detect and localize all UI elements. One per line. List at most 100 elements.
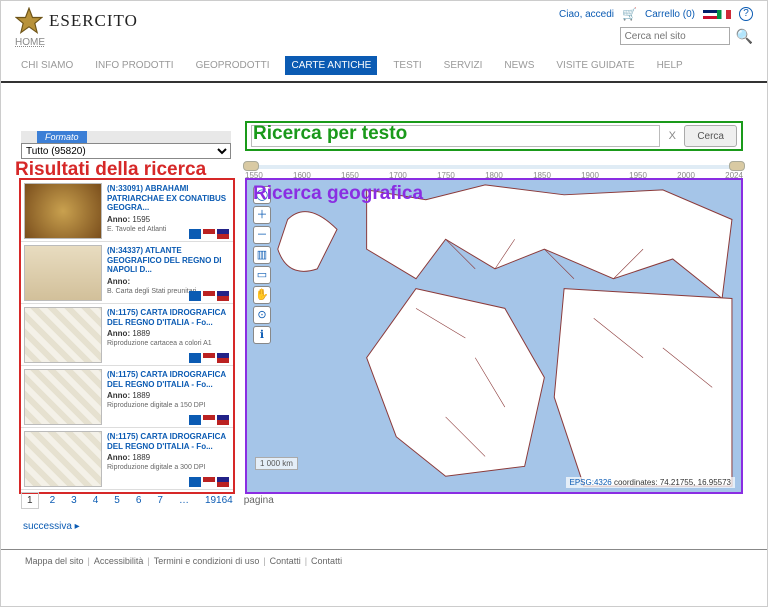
world-map	[247, 180, 741, 492]
pagination-label: pagina	[244, 495, 274, 506]
page-number[interactable]: 3	[66, 493, 82, 508]
result-title[interactable]: (N:33091) ABRAHAMI PATRIARCHAE EX CONATI…	[107, 184, 231, 213]
search-icon[interactable]: 🔍	[736, 28, 753, 45]
result-desc: Riproduzione cartacea a colori A1	[107, 340, 231, 347]
result-desc: Riproduzione digitale a 300 DPI	[107, 464, 231, 471]
result-title[interactable]: (N:1175) CARTA IDROGRAFICA DEL REGNO D'I…	[107, 308, 231, 327]
result-item[interactable]: (N:1175) CARTA IDROGRAFICA DEL REGNO D'I…	[21, 366, 233, 428]
nav-item[interactable]: INFO PRODOTTI	[89, 56, 179, 75]
results-label: Risultati della ricerca	[15, 159, 206, 181]
result-thumbnail	[24, 183, 102, 239]
result-thumbnail	[24, 431, 102, 487]
page-number[interactable]: 6	[131, 493, 147, 508]
flag-icon	[217, 477, 229, 487]
cart-add-icon[interactable]	[189, 353, 201, 363]
result-title[interactable]: (N:1175) CARTA IDROGRAFICA DEL REGNO D'I…	[107, 432, 231, 451]
cart-link[interactable]: Carrello (0)	[645, 9, 695, 20]
timeline-handle-end[interactable]	[729, 161, 745, 171]
cart-add-icon[interactable]	[189, 477, 201, 487]
results-list: (N:33091) ABRAHAMI PATRIARCHAE EX CONATI…	[19, 178, 235, 494]
page-number[interactable]: …	[174, 493, 194, 508]
nav-item[interactable]: HELP	[651, 56, 689, 75]
map-point-button[interactable]: ⊙	[253, 306, 271, 324]
cart-add-icon[interactable]	[189, 415, 201, 425]
page-number[interactable]: 19164	[200, 493, 238, 508]
nav-item[interactable]: CARTE ANTICHE	[285, 56, 377, 75]
cart-add-icon[interactable]	[189, 229, 201, 239]
flag-icon	[203, 477, 215, 487]
footer-link[interactable]: Contatti	[270, 556, 301, 566]
result-year: Anno:	[107, 277, 231, 286]
page-number[interactable]: 5	[109, 493, 125, 508]
geo-search-label: Ricerca geografica	[253, 183, 423, 205]
footer-link[interactable]: Termini e condizioni di uso	[154, 556, 260, 566]
main-nav: CHI SIAMO INFO PRODOTTI GEOPRODOTTI CARTE A…	[1, 56, 767, 83]
next-page-link[interactable]: successiva ▸	[23, 521, 80, 532]
map-draw-button[interactable]: ▭	[253, 266, 271, 284]
result-item[interactable]: (N:34337) ATLANTE GEOGRAFICO DEL REGNO D…	[21, 242, 233, 304]
page-number[interactable]: 4	[88, 493, 104, 508]
result-title[interactable]: (N:1175) CARTA IDROGRAFICA DEL REGNO D'I…	[107, 370, 231, 389]
footer-links: Mappa del sito | Accessibilità | Termini…	[1, 549, 767, 566]
page-number[interactable]: 2	[45, 493, 61, 508]
help-icon[interactable]: ?	[739, 7, 753, 21]
result-year: Anno: 1889	[107, 391, 231, 400]
nav-item[interactable]: CHI SIAMO	[15, 56, 79, 75]
flag-it-icon[interactable]	[717, 10, 731, 19]
result-thumbnail	[24, 307, 102, 363]
map-info-button[interactable]: ℹ	[253, 326, 271, 344]
result-item[interactable]: (N:1175) CARTA IDROGRAFICA DEL REGNO D'I…	[21, 304, 233, 366]
text-search-label: Ricerca per testo	[253, 123, 407, 145]
result-desc: Riproduzione digitale a 150 DPI	[107, 402, 231, 409]
brand-name: ESERCITO	[49, 11, 138, 31]
pagination: 1234567 … 19164 pagina successiva ▸	[21, 492, 345, 532]
flag-icon	[203, 291, 215, 301]
nav-item[interactable]: GEOPRODOTTI	[190, 56, 276, 75]
flag-icon	[217, 291, 229, 301]
zoom-in-button[interactable]: ＋	[253, 206, 271, 224]
map-layer-button[interactable]: ▥	[253, 246, 271, 264]
footer-link[interactable]: Contatti	[311, 556, 342, 566]
flag-icon	[203, 229, 215, 239]
site-search-input[interactable]	[620, 27, 730, 45]
flag-icon	[217, 353, 229, 363]
epsg-link[interactable]: EPSG:4326	[570, 478, 612, 487]
result-year: Anno: 1595	[107, 215, 231, 224]
nav-item[interactable]: SERVIZI	[438, 56, 489, 75]
page-number[interactable]: 1	[21, 492, 39, 509]
timeline-slider[interactable]: 1550160016501700175018001850190019502000…	[245, 163, 743, 177]
cart-add-icon[interactable]	[189, 291, 201, 301]
footer-link[interactable]: Accessibilità	[94, 556, 144, 566]
logo-star	[15, 7, 43, 35]
nav-item[interactable]: VISITE GUIDATE	[550, 56, 640, 75]
map-scale: 1 000 km	[255, 457, 298, 470]
formato-select[interactable]: Tutto (95820)	[21, 143, 231, 159]
result-title[interactable]: (N:34337) ATLANTE GEOGRAFICO DEL REGNO D…	[107, 246, 231, 275]
nav-item[interactable]: TESTI	[387, 56, 427, 75]
zoom-out-button[interactable]: －	[253, 226, 271, 244]
flag-icon	[203, 415, 215, 425]
result-thumbnail	[24, 245, 102, 301]
search-button[interactable]: Cerca	[684, 125, 737, 147]
nav-item[interactable]: NEWS	[498, 56, 540, 75]
map-coordinates: EPSG:4326 coordinates: 74.21755, 16.9557…	[566, 477, 736, 488]
timeline-handle-start[interactable]	[243, 161, 259, 171]
flag-uk-icon[interactable]	[703, 10, 717, 19]
result-item[interactable]: (N:33091) ABRAHAMI PATRIARCHAE EX CONATI…	[21, 180, 233, 242]
home-link[interactable]: HOME	[15, 37, 45, 48]
footer-link[interactable]: Mappa del sito	[25, 556, 84, 566]
login-link[interactable]: Ciao, accedi	[559, 9, 614, 20]
page-number[interactable]: 7	[152, 493, 168, 508]
result-year: Anno: 1889	[107, 453, 231, 462]
cart-icon: 🛒	[622, 7, 637, 21]
flag-icon	[217, 229, 229, 239]
result-thumbnail	[24, 369, 102, 425]
flag-icon	[217, 415, 229, 425]
result-year: Anno: 1889	[107, 329, 231, 338]
result-item[interactable]: (N:1175) CARTA IDROGRAFICA DEL REGNO D'I…	[21, 428, 233, 490]
map-viewport[interactable]: ◯ ＋ － ▥ ▭ ✋ ⊙ ℹ 1 000 km EPSG:4326 coord…	[245, 178, 743, 494]
map-hand-button[interactable]: ✋	[253, 286, 271, 304]
formato-header: Formato	[37, 131, 87, 143]
clear-search-button[interactable]: X	[664, 130, 680, 142]
flag-icon	[203, 353, 215, 363]
